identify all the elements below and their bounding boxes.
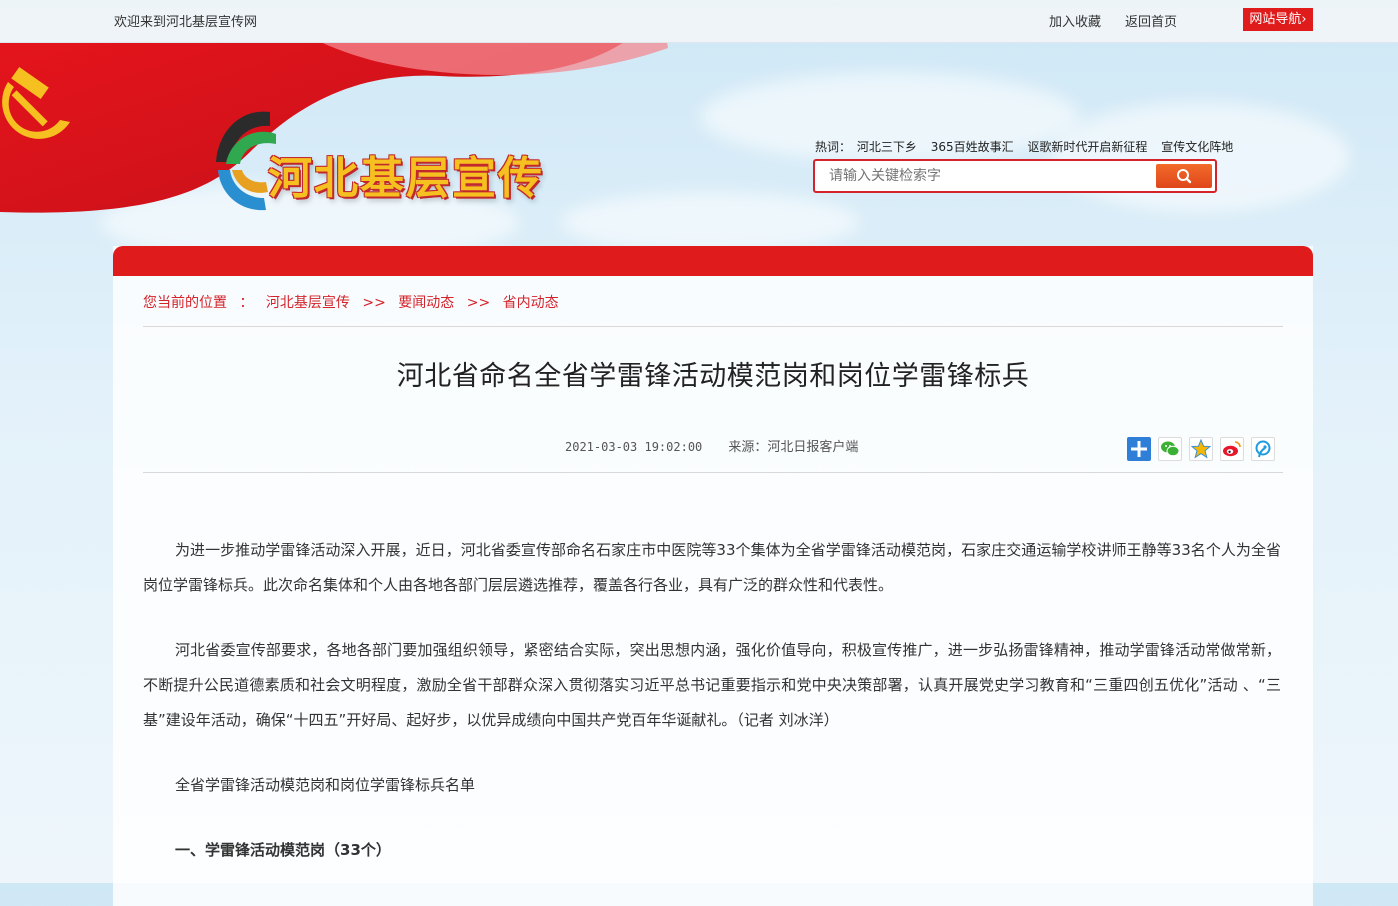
breadcrumb: 您当前的位置 ： 河北基层宣传 >> 要闻动态 >> 省内动态: [143, 292, 559, 312]
breadcrumb-label: 您当前的位置: [143, 295, 227, 311]
chevron-right-icon: ›: [1301, 12, 1307, 27]
qzone-icon[interactable]: [1189, 437, 1213, 461]
article-card: 您当前的位置 ： 河北基层宣传 >> 要闻动态 >> 省内动态 河北省命名全省学…: [113, 246, 1313, 906]
article-body: 为进一步推动学雷锋活动深入开展，近日，河北省委宣传部命名石家庄市中医院等33个集…: [143, 533, 1281, 898]
search-button[interactable]: [1156, 164, 1212, 188]
welcome-text: 欢迎来到河北基层宣传网: [114, 15, 258, 30]
share-bar: [1127, 437, 1275, 461]
search-box: [813, 159, 1217, 193]
breadcrumb-home-link[interactable]: 河北基层宣传: [266, 295, 350, 311]
breadcrumb-province-link[interactable]: 省内动态: [503, 295, 559, 311]
card-header-bar: [113, 246, 1313, 276]
tencent-weibo-icon[interactable]: [1251, 437, 1275, 461]
breadcrumb-colon: ：: [239, 295, 254, 311]
hot-words-label: 热词：: [815, 140, 852, 154]
publish-date: 2021-03-03 19:02:00: [565, 440, 703, 454]
add-favorite-link[interactable]: 加入收藏: [1049, 11, 1101, 30]
breadcrumb-news-link[interactable]: 要闻动态: [398, 295, 454, 311]
search-input[interactable]: [815, 161, 1159, 191]
article-paragraph: 河北省委宣传部要求，各地各部门要加强组织领导，紧密结合实际，突出思想内涵，强化价…: [143, 641, 1281, 729]
site-nav-button[interactable]: 网站导航›: [1243, 8, 1313, 31]
divider: [143, 472, 1283, 473]
top-bar: 欢迎来到河北基层宣传网 加入收藏 返回首页 网站导航›: [0, 0, 1398, 43]
wechat-icon[interactable]: [1158, 437, 1182, 461]
hot-word-link[interactable]: 365百姓故事汇: [931, 140, 1014, 154]
breadcrumb-separator: >>: [466, 295, 491, 311]
site-title: 河北基层宣传: [268, 153, 544, 204]
search-icon: [1177, 169, 1192, 184]
hot-words: 热词： 河北三下乡 365百姓故事汇 讴歌新时代开启新征程 宣传文化阵地: [815, 138, 1243, 155]
plus-icon[interactable]: [1127, 437, 1151, 461]
hot-word-link[interactable]: 河北三下乡: [857, 140, 917, 154]
list-title: 全省学雷锋活动模范岗和岗位学雷锋标兵名单: [175, 776, 476, 794]
hot-word-link[interactable]: 讴歌新时代开启新征程: [1027, 140, 1147, 154]
article-source: 来源：河北日报客户端: [728, 440, 859, 455]
article-paragraph: 为进一步推动学雷锋活动深入开展，近日，河北省委宣传部命名石家庄市中医院等33个集…: [143, 541, 1281, 594]
article-meta: 2021-03-03 19:02:00 来源：河北日报客户端: [565, 436, 858, 455]
home-link[interactable]: 返回首页: [1125, 11, 1177, 30]
breadcrumb-separator: >>: [362, 295, 386, 311]
section-heading: 一、学雷锋活动模范岗（33个）: [175, 841, 391, 859]
article-title: 河北省命名全省学雷锋活动模范岗和岗位学雷锋标兵: [396, 361, 1030, 392]
divider: [143, 326, 1283, 327]
site-nav-label: 网站导航: [1249, 12, 1302, 27]
hot-word-link[interactable]: 宣传文化阵地: [1161, 140, 1233, 154]
weibo-icon[interactable]: [1220, 437, 1244, 461]
